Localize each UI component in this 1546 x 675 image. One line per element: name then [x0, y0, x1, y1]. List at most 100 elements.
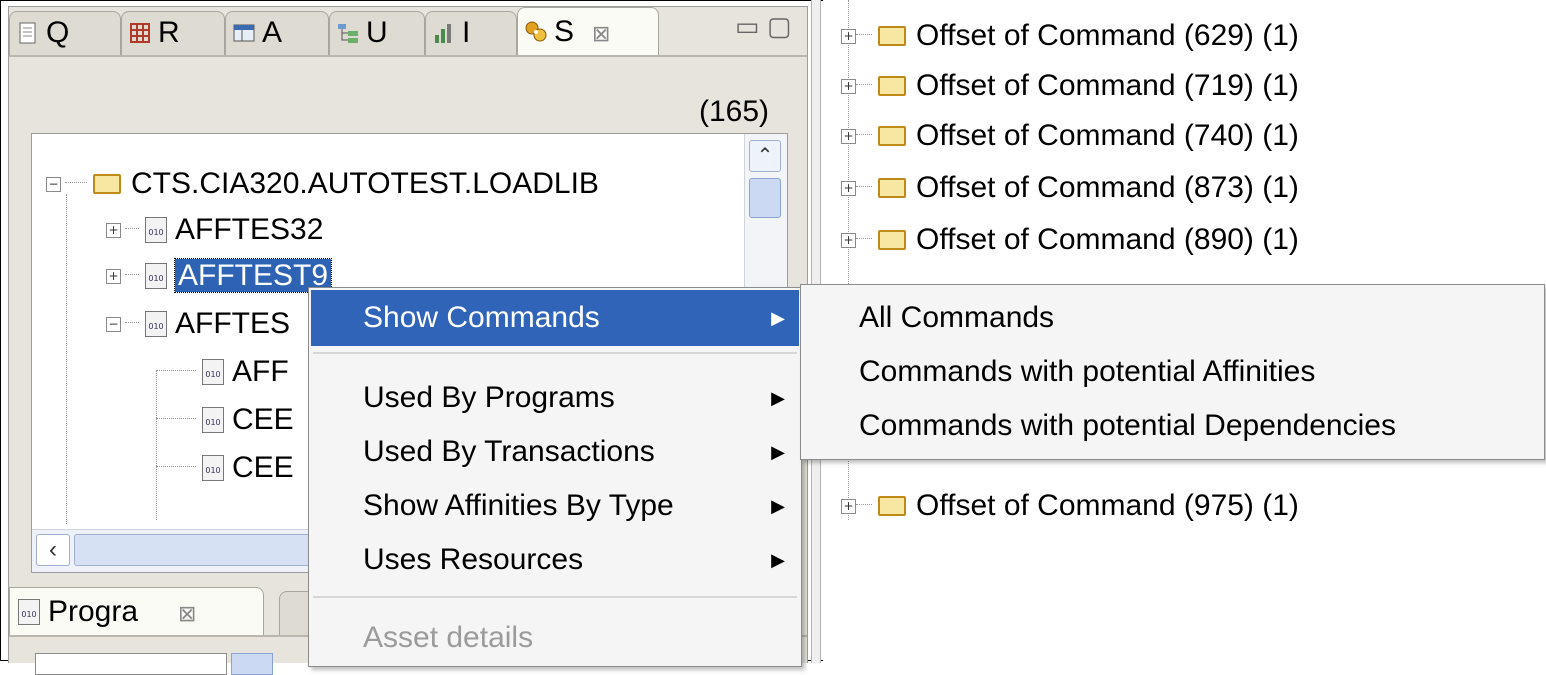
tab-divider	[9, 55, 807, 57]
scroll-thumb[interactable]	[749, 178, 781, 218]
table-icon	[233, 24, 255, 42]
binary-module-icon: 010	[145, 263, 167, 289]
close-icon[interactable]: ⊠	[592, 21, 610, 46]
menu-item-label: Asset details	[363, 621, 534, 654]
menu-item-label: Show Commands	[363, 301, 600, 334]
filter-button[interactable]	[231, 653, 273, 675]
tab-q[interactable]: Q	[9, 11, 121, 55]
tree-connector	[156, 370, 196, 371]
submenu-arrow-icon: ▶	[771, 388, 785, 408]
menu-item-label: Used By Programs	[363, 381, 615, 414]
tree-connector	[125, 274, 139, 275]
expand-icon[interactable]: +	[841, 129, 856, 144]
tree-connector	[856, 504, 872, 505]
offset-node[interactable]: + Offset of Command (890) (1)	[841, 220, 1299, 260]
expand-icon[interactable]: +	[841, 29, 856, 44]
offset-node[interactable]: + Offset of Command (719) (1)	[841, 66, 1299, 106]
offset-node[interactable]: + Offset of Command (975) (1)	[841, 486, 1299, 526]
tab-r[interactable]: R	[121, 11, 225, 55]
menu-item-label: Used By Transactions	[363, 435, 655, 468]
filter-input[interactable]	[35, 653, 227, 675]
tree-connector	[125, 322, 139, 323]
tree-connector	[125, 228, 139, 229]
maximize-icon[interactable]: ▢	[767, 11, 792, 42]
scroll-thumb[interactable]	[74, 534, 314, 566]
minimize-icon[interactable]: ▭	[735, 11, 760, 42]
offset-label: Offset of Command (719) (1)	[916, 69, 1299, 102]
expand-icon[interactable]: +	[841, 499, 856, 514]
submenu-arrow-icon: ▶	[771, 550, 785, 570]
tree-connector	[156, 418, 196, 419]
tree-connector	[856, 84, 872, 85]
tree-child-node[interactable]: 010 CEE	[156, 448, 294, 488]
tree-child-node[interactable]: 010 AFF	[156, 352, 289, 392]
offset-label: Offset of Command (975) (1)	[916, 489, 1299, 522]
tab-label: S	[554, 15, 575, 48]
expand-icon[interactable]: +	[106, 223, 121, 238]
tree-connector	[856, 238, 872, 239]
tab-label: U	[366, 16, 388, 49]
tab-label: A	[262, 16, 283, 49]
tab-a[interactable]: A	[225, 11, 329, 55]
tab-label: Progra	[48, 595, 139, 628]
submenu-item-potential-dependencies[interactable]: Commands with potential Dependencies	[859, 399, 1396, 453]
offset-label: Offset of Command (629) (1)	[916, 19, 1299, 52]
expand-icon[interactable]: +	[106, 269, 121, 284]
tree-guide	[66, 194, 67, 524]
chart-icon	[435, 24, 451, 43]
tab-programs[interactable]: 010 Progra ⊠	[9, 587, 264, 637]
menu-item-uses-resources[interactable]: Uses Resources ▶	[311, 532, 799, 588]
expand-icon[interactable]: +	[841, 79, 856, 94]
submenu-arrow-icon: ▶	[771, 308, 785, 328]
offset-node[interactable]: + Offset of Command (629) (1)	[841, 16, 1299, 56]
folder-open-icon	[878, 76, 906, 96]
submenu-item-potential-affinities[interactable]: Commands with potential Affinities	[859, 345, 1315, 399]
binary-module-icon: 010	[202, 359, 224, 385]
submenu-item-all-commands[interactable]: All Commands	[859, 291, 1054, 345]
menu-item-show-commands[interactable]: Show Commands ▶	[311, 290, 799, 346]
tree-node-label: AFF	[232, 355, 289, 388]
tree-connector	[856, 186, 872, 187]
folder-open-icon	[93, 174, 121, 194]
tree-node[interactable]: +010 AFFTES32	[106, 210, 323, 250]
scroll-up-icon[interactable]: ⌃	[749, 140, 781, 172]
collapse-icon[interactable]: −	[46, 177, 61, 192]
context-menu: Show Commands ▶ Used By Programs ▶ Used By…	[308, 287, 802, 667]
binary-module-icon: 010	[18, 599, 40, 625]
offset-node[interactable]: + Offset of Command (873) (1)	[841, 168, 1299, 208]
folder-open-icon	[878, 126, 906, 146]
tab-i[interactable]: I	[425, 11, 517, 55]
submenu-arrow-icon: ▶	[771, 442, 785, 462]
menu-item-used-by-programs[interactable]: Used By Programs ▶	[311, 370, 799, 426]
tree-connector	[156, 466, 196, 467]
offset-node[interactable]: + Offset of Command (740) (1)	[841, 116, 1299, 156]
folder-open-icon	[878, 26, 906, 46]
binary-module-icon: 010	[202, 455, 224, 481]
network-icon	[525, 21, 547, 42]
tree-guide	[156, 370, 157, 520]
tree-node-label: AFFTES32	[175, 213, 324, 246]
tree-connector	[65, 182, 87, 183]
menu-item-used-by-transactions[interactable]: Used By Transactions ▶	[311, 424, 799, 480]
tree-child-node[interactable]: 010 CEE	[156, 400, 294, 440]
tree-node[interactable]: − 010 AFFTES	[106, 304, 290, 344]
view-tab-bar: Q R A U I S ⊠ ▭ ▢	[9, 7, 807, 59]
tree-node-root[interactable]: − CTS.CIA320.AUTOTEST.LOADLIB	[46, 164, 599, 204]
tab-label: Q	[46, 16, 70, 49]
tab-u[interactable]: U	[329, 11, 425, 55]
binary-module-icon: 010	[145, 311, 167, 337]
collapse-icon[interactable]: −	[106, 317, 121, 332]
tab-s[interactable]: S ⊠	[517, 7, 659, 57]
scroll-left-icon[interactable]: ‹	[36, 534, 70, 566]
result-count: (165)	[699, 95, 770, 128]
expand-icon[interactable]: +	[841, 181, 856, 196]
tree-node-label: AFFTES	[175, 307, 291, 340]
expand-icon[interactable]: +	[841, 233, 856, 248]
binary-module-icon: 010	[145, 217, 167, 243]
tree-node-label: CEE	[232, 403, 294, 436]
tree-icon	[338, 24, 358, 43]
tree-node-selected[interactable]: +010 AFFTEST9	[106, 256, 333, 296]
menu-item-show-affinities-by-type[interactable]: Show Affinities By Type ▶	[311, 478, 799, 534]
close-icon[interactable]: ⊠	[178, 601, 196, 626]
folder-open-icon	[878, 496, 906, 516]
